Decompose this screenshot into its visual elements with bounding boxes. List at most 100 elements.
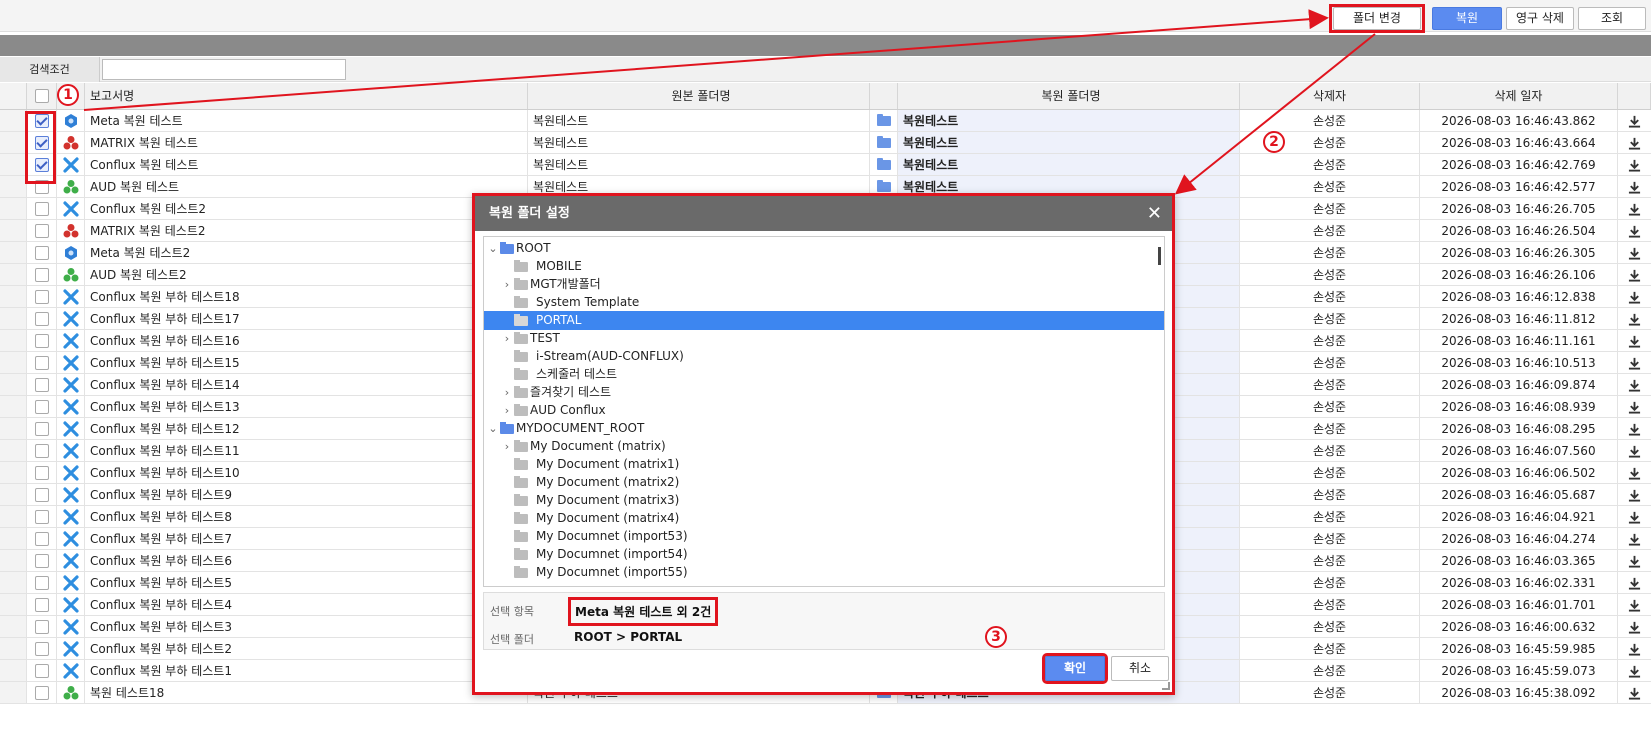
row-checkbox[interactable] xyxy=(35,642,49,656)
row-checkbox-cell[interactable] xyxy=(27,396,57,417)
select-all-checkbox[interactable] xyxy=(35,89,49,103)
tree-node[interactable]: My Document (matrix1) xyxy=(484,455,1164,474)
row-checkbox[interactable] xyxy=(35,554,49,568)
tree-node[interactable]: › 즐겨찾기 테스트 xyxy=(484,383,1164,402)
download-icon[interactable] xyxy=(1628,641,1641,659)
row-checkbox-cell[interactable] xyxy=(27,374,57,395)
row-checkbox[interactable] xyxy=(35,664,49,678)
tree-node[interactable]: › My Document (matrix) xyxy=(484,437,1164,456)
row-checkbox[interactable] xyxy=(35,466,49,480)
download-icon[interactable] xyxy=(1628,377,1641,395)
download-cell[interactable] xyxy=(1618,506,1651,527)
row-checkbox[interactable] xyxy=(35,400,49,414)
row-checkbox-cell[interactable] xyxy=(27,198,57,219)
tree-node[interactable]: › MGT개발폴더 xyxy=(484,275,1164,294)
row-checkbox-cell[interactable] xyxy=(27,418,57,439)
download-cell[interactable] xyxy=(1618,110,1651,131)
row-checkbox[interactable] xyxy=(35,576,49,590)
row-checkbox-cell[interactable] xyxy=(27,352,57,373)
folder-picker-cell[interactable] xyxy=(870,110,898,131)
tree-node[interactable]: My Document (matrix4) xyxy=(484,509,1164,528)
download-cell[interactable] xyxy=(1618,418,1651,439)
download-cell[interactable] xyxy=(1618,132,1651,153)
download-cell[interactable] xyxy=(1618,330,1651,351)
chevron-right-icon[interactable]: › xyxy=(502,275,512,294)
download-cell[interactable] xyxy=(1618,396,1651,417)
tree-node[interactable]: PORTAL xyxy=(484,311,1164,330)
download-cell[interactable] xyxy=(1618,154,1651,175)
download-icon[interactable] xyxy=(1628,663,1641,681)
chevron-right-icon[interactable]: › xyxy=(502,401,512,420)
row-checkbox-cell[interactable] xyxy=(27,286,57,307)
row-checkbox[interactable] xyxy=(35,488,49,502)
row-checkbox[interactable] xyxy=(35,378,49,392)
row-checkbox[interactable] xyxy=(35,620,49,634)
table-row[interactable]: Meta 복원 테스트 복원테스트 복원테스트 손성준 2026-08-03 16:46… xyxy=(0,110,1651,132)
row-checkbox-cell[interactable] xyxy=(27,550,57,571)
download-icon[interactable] xyxy=(1628,553,1641,571)
download-icon[interactable] xyxy=(1628,113,1641,131)
download-cell[interactable] xyxy=(1618,682,1651,703)
row-checkbox-cell[interactable] xyxy=(27,220,57,241)
download-icon[interactable] xyxy=(1628,421,1641,439)
download-icon[interactable] xyxy=(1628,267,1641,285)
download-icon[interactable] xyxy=(1628,531,1641,549)
folder-icon[interactable] xyxy=(877,180,891,192)
row-checkbox[interactable] xyxy=(35,598,49,612)
row-checkbox-cell[interactable] xyxy=(27,330,57,351)
download-cell[interactable] xyxy=(1618,616,1651,637)
tree-node[interactable]: i-Stream(AUD-CONFLUX) xyxy=(484,347,1164,366)
row-checkbox-cell[interactable] xyxy=(27,484,57,505)
tree-node[interactable]: 스케줄러 테스트 xyxy=(484,365,1164,384)
folder-icon[interactable] xyxy=(877,158,891,170)
download-cell[interactable] xyxy=(1618,352,1651,373)
download-icon[interactable] xyxy=(1628,575,1641,593)
download-icon[interactable] xyxy=(1628,157,1641,175)
download-cell[interactable] xyxy=(1618,220,1651,241)
row-checkbox[interactable] xyxy=(35,312,49,326)
header-restore-folder[interactable]: 복원 폴더명 xyxy=(898,83,1240,109)
row-checkbox-cell[interactable] xyxy=(27,462,57,483)
row-checkbox[interactable] xyxy=(35,686,49,700)
table-row[interactable]: Conflux 복원 테스트 복원테스트 복원테스트 손성준 2026-08-03 16… xyxy=(0,154,1651,176)
download-cell[interactable] xyxy=(1618,594,1651,615)
download-cell[interactable] xyxy=(1618,550,1651,571)
download-cell[interactable] xyxy=(1618,660,1651,681)
row-checkbox[interactable] xyxy=(35,444,49,458)
tree-node[interactable]: MOBILE xyxy=(484,257,1164,276)
header-original-folder[interactable]: 원본 폴더명 xyxy=(528,83,870,109)
download-icon[interactable] xyxy=(1628,619,1641,637)
confirm-button[interactable]: 확인 xyxy=(1042,653,1108,684)
download-cell[interactable] xyxy=(1618,242,1651,263)
download-icon[interactable] xyxy=(1628,135,1641,153)
cancel-button[interactable]: 취소 xyxy=(1111,656,1169,681)
header-deleter[interactable]: 삭제자 xyxy=(1240,83,1420,109)
tree-node[interactable]: My Documnet (import53) xyxy=(484,527,1164,546)
row-checkbox[interactable] xyxy=(35,532,49,546)
restore-button[interactable]: 복원 xyxy=(1432,7,1502,30)
row-checkbox[interactable] xyxy=(35,224,49,238)
header-report-name[interactable]: 보고서명 xyxy=(85,83,528,109)
row-checkbox-cell[interactable] xyxy=(27,308,57,329)
download-cell[interactable] xyxy=(1618,198,1651,219)
download-icon[interactable] xyxy=(1628,355,1641,373)
permanent-delete-button[interactable]: 영구 삭제 xyxy=(1506,7,1574,30)
download-icon[interactable] xyxy=(1628,311,1641,329)
download-cell[interactable] xyxy=(1618,286,1651,307)
download-icon[interactable] xyxy=(1628,289,1641,307)
tree-node[interactable]: System Template xyxy=(484,293,1164,312)
tree-node[interactable]: ⌄ MYDOCUMENT_ROOT xyxy=(484,419,1164,438)
download-icon[interactable] xyxy=(1628,465,1641,483)
row-checkbox[interactable] xyxy=(35,422,49,436)
resize-handle[interactable] xyxy=(1162,682,1170,690)
row-checkbox[interactable] xyxy=(35,202,49,216)
row-checkbox-cell[interactable] xyxy=(27,682,57,703)
folder-picker-cell[interactable] xyxy=(870,154,898,175)
row-checkbox-cell[interactable] xyxy=(27,264,57,285)
row-checkbox-cell[interactable] xyxy=(27,242,57,263)
download-icon[interactable] xyxy=(1628,399,1641,417)
tree-node[interactable]: My Document (matrix3) xyxy=(484,491,1164,510)
row-checkbox[interactable] xyxy=(35,334,49,348)
download-cell[interactable] xyxy=(1618,638,1651,659)
row-checkbox[interactable] xyxy=(35,356,49,370)
